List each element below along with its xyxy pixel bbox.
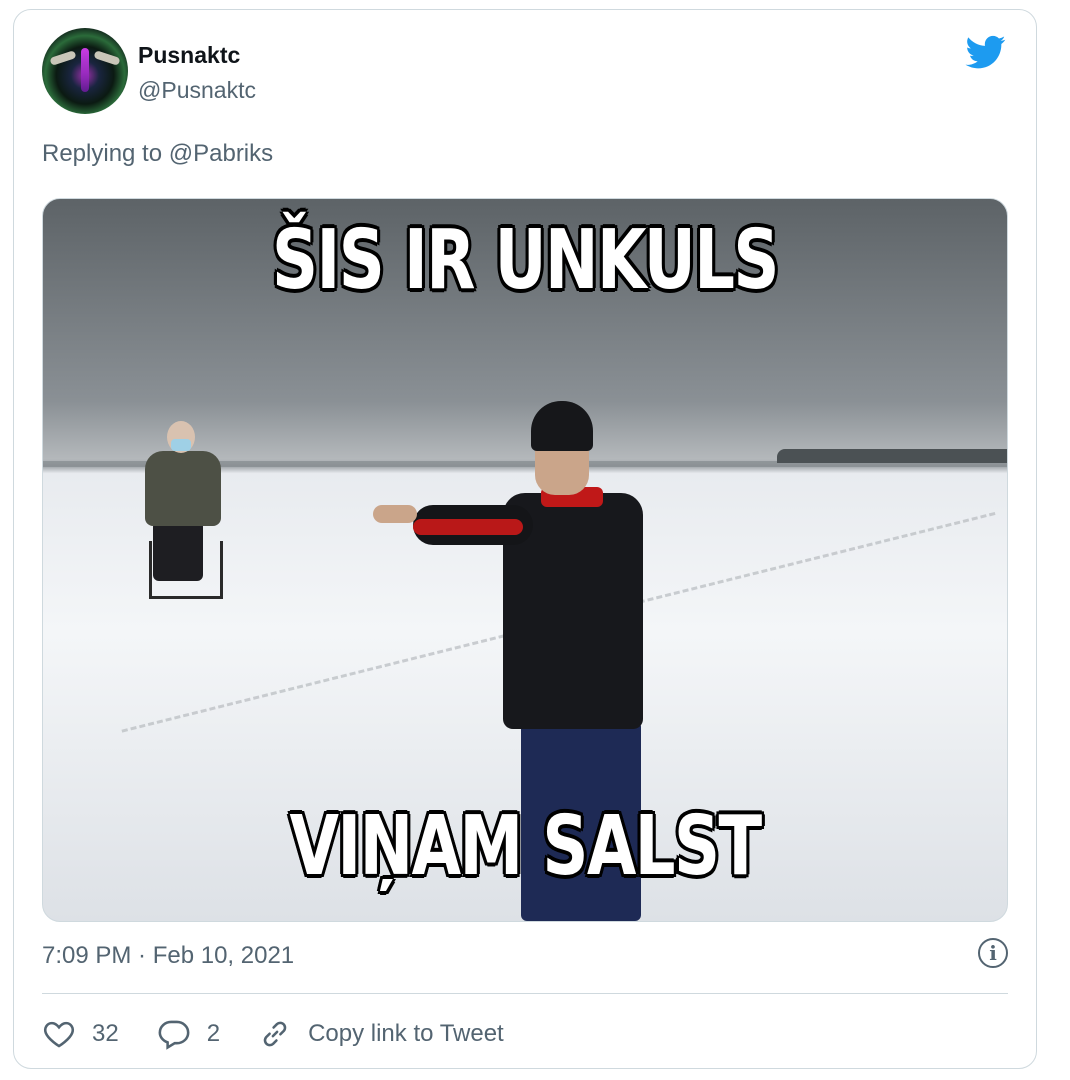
twitter-bird-icon[interactable] xyxy=(964,32,1008,72)
tweet-timestamp[interactable]: 7:09 PM · Feb 10, 2021 xyxy=(42,942,294,970)
display-name[interactable]: Pusnaktc xyxy=(138,42,240,69)
meme-top-caption: ŠIS IR UNKULS xyxy=(272,213,779,308)
reply-context: Replying to @Pabriks xyxy=(42,140,273,168)
man-hand xyxy=(373,505,417,523)
chain-link-icon xyxy=(263,1021,287,1047)
user-handle[interactable]: @Pusnaktc xyxy=(138,77,256,104)
man-arm-stripe xyxy=(413,519,523,535)
avatar-art xyxy=(49,50,77,66)
tweet-card: Pusnaktc @Pusnaktc Replying to @Pabriks xyxy=(13,9,1037,1069)
seated-figure xyxy=(139,421,229,611)
copy-link-label: Copy link to Tweet xyxy=(308,1020,504,1047)
figure-coat xyxy=(145,451,221,526)
copy-link-button[interactable]: Copy link to Tweet xyxy=(258,1017,504,1051)
reply-prefix: Replying to xyxy=(42,140,163,167)
avatar[interactable] xyxy=(42,28,128,114)
reply-count: 2 xyxy=(206,1020,221,1047)
like-button[interactable]: 32 xyxy=(42,1017,119,1051)
meme-bottom-caption: VIŅAM SALST xyxy=(289,799,762,894)
figure-legs xyxy=(153,521,203,581)
man-hat xyxy=(531,401,593,451)
avatar-art xyxy=(93,50,121,66)
reply-to-link[interactable]: @Pabriks xyxy=(169,140,273,167)
heart-icon xyxy=(44,1021,74,1048)
info-icon[interactable]: i xyxy=(978,938,1008,968)
action-bar: 32 2 Copy link to Tweet xyxy=(42,1014,542,1054)
divider xyxy=(42,993,1008,994)
like-count: 32 xyxy=(92,1020,119,1047)
speech-bubble-icon xyxy=(158,1020,190,1050)
face-mask xyxy=(171,439,191,451)
treeline xyxy=(777,449,1007,463)
tweet-media-image[interactable]: ŠIS IR UNKULS VIŅAM SALST xyxy=(42,198,1008,922)
reply-button[interactable]: 2 xyxy=(157,1017,220,1051)
avatar-art xyxy=(81,48,89,92)
